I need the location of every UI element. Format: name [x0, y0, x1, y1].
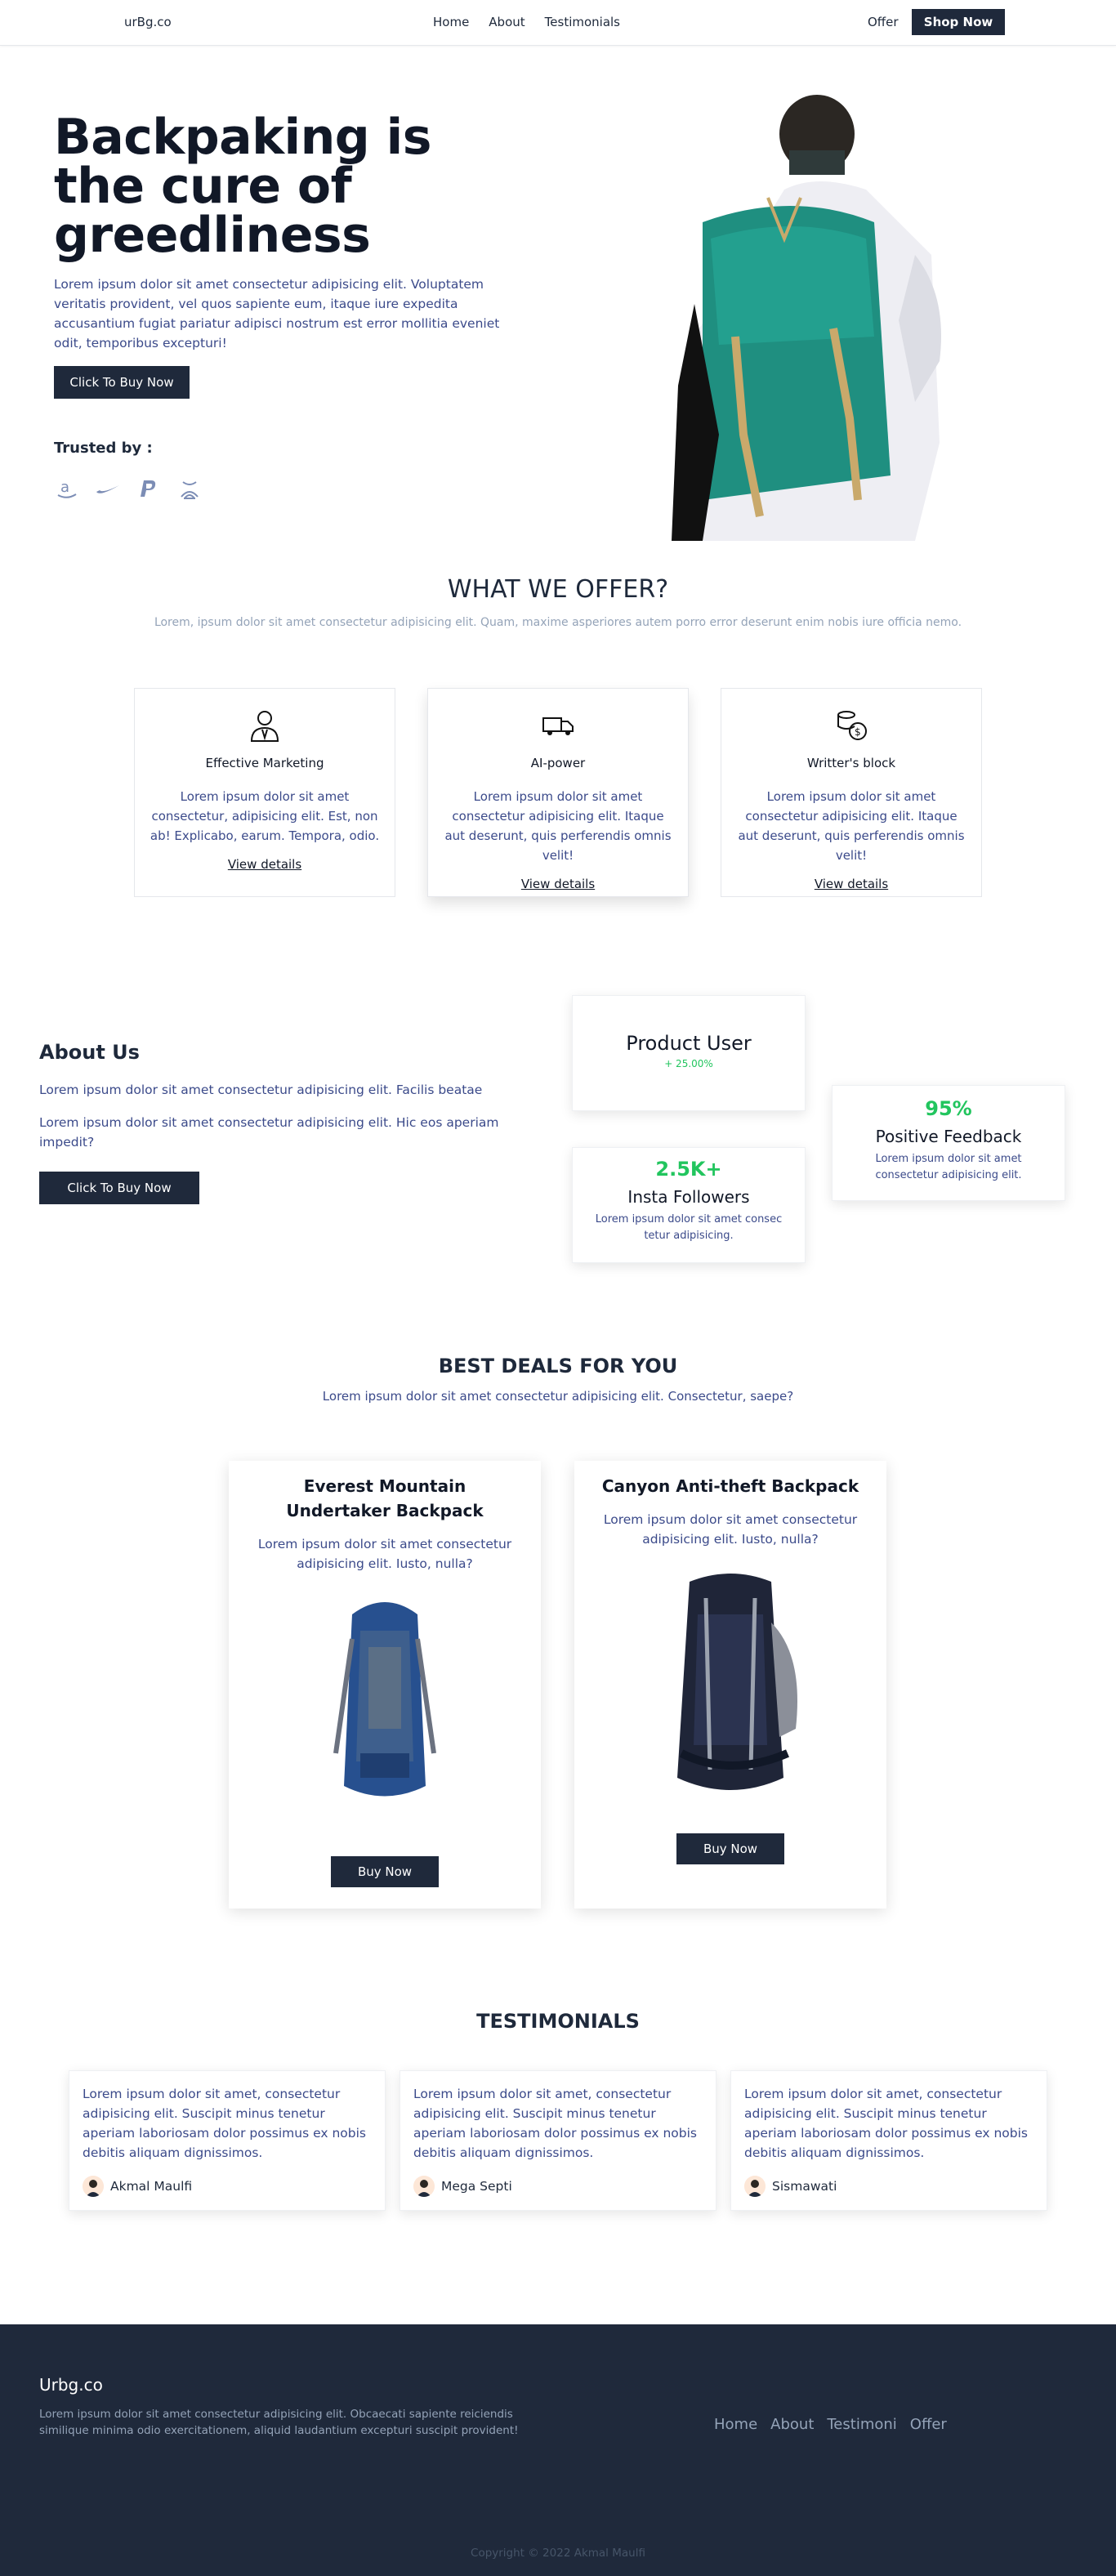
deal-title: Canyon Anti-theft Backpack: [601, 1476, 859, 1496]
deal-card: Canyon Anti-theft Backpack Lorem ipsum d…: [574, 1461, 886, 1909]
footer-link-offer[interactable]: Offer: [910, 2416, 947, 2433]
offer-card: $ Writter's block Lorem ipsum dolor sit …: [721, 688, 982, 897]
svg-text:$: $: [855, 726, 861, 738]
stat-text: Lorem ipsum dolor sit amet consec tetur …: [595, 1213, 783, 1242]
shop-now-button[interactable]: Shop Now: [912, 9, 1005, 35]
testimonials-title: TESTIMONIALS: [476, 2010, 640, 2033]
deal-card: Everest Mountain Undertaker Backpack Lor…: [229, 1461, 541, 1909]
hero-title: Backpaking is the cure of greedliness: [54, 109, 431, 264]
about-paragraph: Lorem ipsum dolor sit amet consectetur a…: [39, 1083, 483, 1097]
stat-label: Product User: [626, 1032, 752, 1055]
avatar: [83, 2176, 104, 2197]
buy-now-button[interactable]: Buy Now: [331, 1856, 439, 1887]
paypal-icon: [141, 480, 156, 497]
testimonial-text: Lorem ipsum dolor sit amet, consectetur …: [413, 2087, 697, 2160]
footer-link-about[interactable]: About: [770, 2416, 814, 2433]
deal-text: Lorem ipsum dolor sit amet consectetur a…: [257, 1537, 512, 1571]
testimonial-author: Akmal Maulfi: [83, 2176, 192, 2197]
deals-subtitle: Lorem ipsum dolor sit amet consectetur a…: [322, 1389, 794, 1404]
offer-card-text: Lorem ipsum dolor sit amet consectetur, …: [150, 789, 380, 843]
testimonial-name: Mega Septi: [441, 2179, 512, 2194]
footer-description: Lorem ipsum dolor sit amet consectetur a…: [39, 2408, 519, 2437]
testimonial-name: Sismawati: [772, 2179, 837, 2194]
followers-stat: 2.5K+ Insta Followers Lorem ipsum dolor …: [572, 1147, 806, 1263]
testimonial-card: Lorem ipsum dolor sit amet, consectetur …: [400, 2070, 716, 2211]
nav-link-testimonials[interactable]: Testimonials: [545, 15, 620, 29]
footer-links: Home About Testimoni Offer: [714, 2416, 947, 2433]
footer-link-testimoni[interactable]: Testimoni: [827, 2416, 896, 2433]
buy-now-button[interactable]: Buy Now: [676, 1833, 784, 1864]
trusted-brands: a: [54, 475, 203, 502]
avatar: [744, 2176, 766, 2197]
testimonial-author: Sismawati: [744, 2176, 837, 2197]
view-details-link[interactable]: View details: [228, 857, 301, 872]
deals-title: BEST DEALS FOR YOU: [438, 1355, 678, 1377]
about-buy-button[interactable]: Click To Buy Now: [39, 1172, 199, 1204]
everest-backpack-image: [333, 1602, 436, 1797]
nav-link-about[interactable]: About: [489, 15, 525, 29]
deal-title: Everest Mountain Undertaker Backpack: [286, 1476, 484, 1520]
stat-text: Lorem ipsum dolor sit amet consectetur a…: [875, 1153, 1022, 1181]
about-paragraph: Lorem ipsum dolor sit amet consectetur a…: [39, 1115, 499, 1150]
about-title: About Us: [39, 1041, 140, 1064]
amazon-icon: a: [57, 479, 77, 498]
offer-card-title: AI-power: [530, 756, 586, 770]
svg-text:a: a: [60, 479, 69, 496]
stat-label: Insta Followers: [627, 1187, 750, 1207]
nav-link-home[interactable]: Home: [433, 15, 469, 29]
testimonial-card: Lorem ipsum dolor sit amet, consectetur …: [69, 2070, 386, 2211]
marketer-icon: [250, 711, 279, 742]
footer: Urbg.co Lorem ipsum dolor sit amet conse…: [0, 2324, 1116, 2576]
stat-value: 2.5K+: [655, 1158, 722, 1181]
hero-backpacker-image: [672, 95, 941, 541]
brand-logo[interactable]: urBg.co: [124, 15, 172, 29]
offer-card-title: Effective Marketing: [205, 756, 324, 770]
nike-icon: [96, 485, 119, 493]
offer-card-text: Lorem ipsum dolor sit amet consectetur a…: [738, 789, 965, 863]
hero-description: Lorem ipsum dolor sit amet consectetur a…: [54, 277, 500, 350]
canyon-backpack-image: [677, 1574, 797, 1790]
footer-logo[interactable]: Urbg.co: [39, 2375, 103, 2395]
truck-icon: [542, 717, 574, 735]
trusted-by-label: Trusted by :: [54, 440, 153, 457]
testimonial-name: Akmal Maulfi: [110, 2179, 193, 2194]
product-user-stat: Product User + 25.00%: [572, 995, 806, 1111]
stat-label: Positive Feedback: [875, 1127, 1022, 1146]
avatar: [413, 2176, 435, 2197]
view-details-link[interactable]: View details: [815, 877, 888, 891]
top-navbar: urBg.co Home About Testimonials Offer Sh…: [0, 0, 1116, 46]
feedback-stat: 95% Positive Feedback Lorem ipsum dolor …: [832, 1085, 1065, 1201]
coins-icon: $: [837, 711, 867, 740]
stat-change: + 25.00%: [664, 1058, 713, 1069]
xbox-icon: [181, 481, 199, 499]
stat-value: 95%: [925, 1097, 972, 1120]
offer-card-text: Lorem ipsum dolor sit amet consectetur a…: [444, 789, 672, 863]
hero-buy-button[interactable]: Click To Buy Now: [54, 366, 190, 399]
offer-subtitle: Lorem, ipsum dolor sit amet consectetur …: [154, 616, 962, 629]
testimonial-text: Lorem ipsum dolor sit amet, consectetur …: [83, 2087, 366, 2160]
copyright: Copyright © 2022 Akmal Maulfi: [471, 2547, 645, 2560]
footer-link-home[interactable]: Home: [714, 2416, 757, 2433]
nav-links: Home About Testimonials: [433, 15, 620, 29]
offer-card-title: Writter's block: [806, 756, 896, 770]
offer-card: Effective Marketing Lorem ipsum dolor si…: [134, 688, 395, 897]
testimonial-author: Mega Septi: [413, 2176, 512, 2197]
deal-text: Lorem ipsum dolor sit amet consectetur a…: [603, 1512, 858, 1547]
testimonial-card: Lorem ipsum dolor sit amet, consectetur …: [730, 2070, 1047, 2211]
offer-title: WHAT WE OFFER?: [447, 575, 669, 604]
testimonial-text: Lorem ipsum dolor sit amet, consectetur …: [744, 2087, 1028, 2160]
nav-link-offer[interactable]: Offer: [868, 15, 899, 29]
view-details-link[interactable]: View details: [521, 877, 595, 891]
offer-card: AI-power Lorem ipsum dolor sit amet cons…: [427, 688, 689, 897]
